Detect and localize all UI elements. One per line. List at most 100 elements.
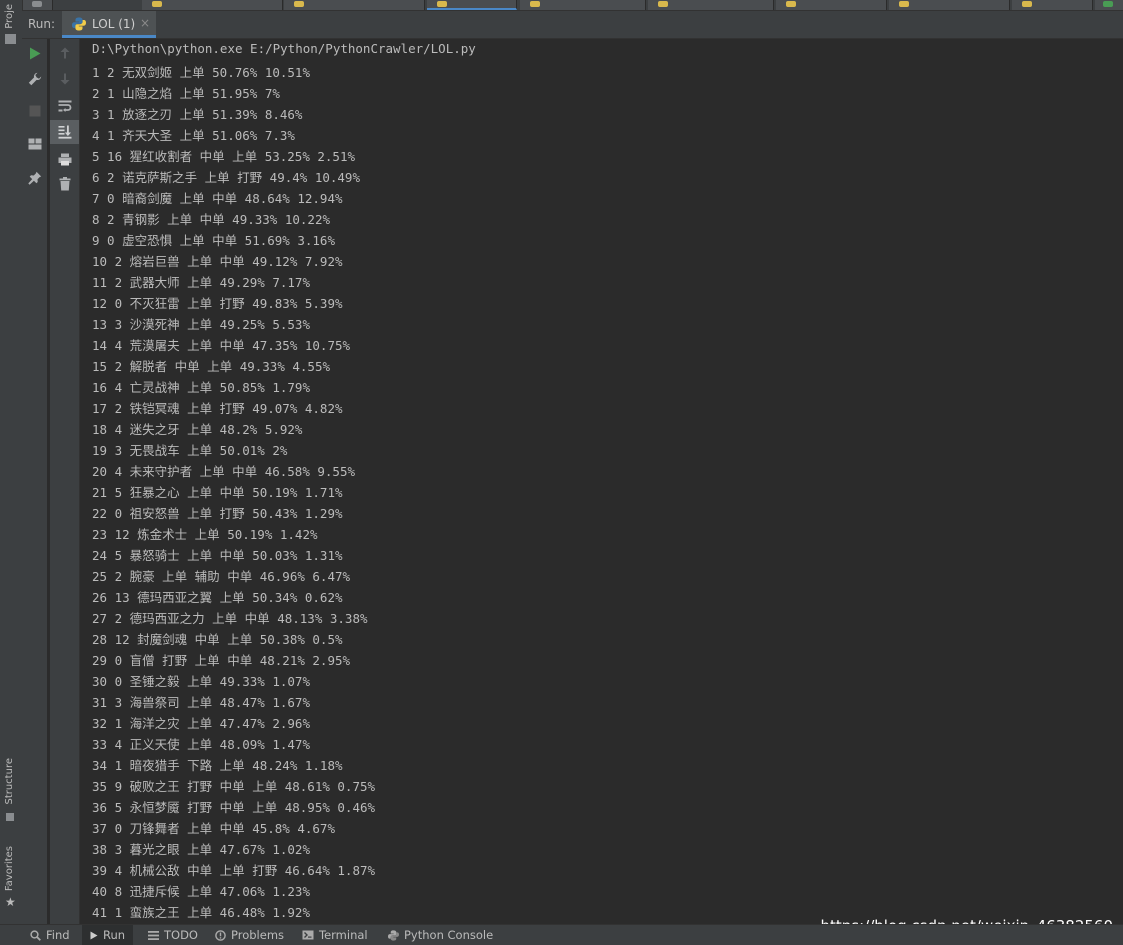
editor-tab[interactable] <box>284 0 425 10</box>
console-line: 17 2 铁铠冥魂 上单 打野 49.07% 4.82% <box>92 401 343 416</box>
stop-icon <box>29 105 40 117</box>
console-command: D:\Python\python.exe E:/Python/PythonCra… <box>92 41 476 56</box>
console-line: 39 4 机械公敌 中单 上单 打野 46.64% 1.87% <box>92 863 376 878</box>
console-line: 41 1 蛮族之王 上单 46.48% 1.92% <box>92 905 310 920</box>
console-line: 36 5 永恒梦魇 打野 中单 上单 48.95% 0.46% <box>92 800 376 815</box>
tool-tab-find[interactable]: Find <box>30 925 70 945</box>
layout-icon <box>28 138 41 150</box>
folder-icon[interactable] <box>5 34 16 44</box>
play-icon <box>90 931 98 939</box>
python-file-icon <box>530 1 540 7</box>
console-line: 38 3 暮光之眼 上单 47.67% 1.02% <box>92 842 310 857</box>
pin-tab-button[interactable] <box>22 166 47 190</box>
rerun-button[interactable] <box>22 41 47 65</box>
clear-all-button[interactable] <box>50 172 79 196</box>
python-file-icon <box>899 1 909 7</box>
editor-tab[interactable] <box>776 0 887 10</box>
tool-tab-label: Python Console <box>404 928 494 942</box>
structure-tool-label[interactable]: Structure <box>4 758 15 805</box>
green-file-icon <box>1103 1 1113 7</box>
console-line: 11 2 武器大师 上单 49.29% 7.17% <box>92 275 310 290</box>
search-icon <box>30 929 41 941</box>
console-line: 13 3 沙漠死神 上单 49.25% 5.53% <box>92 317 310 332</box>
trash-icon <box>59 177 70 191</box>
editor-tab[interactable] <box>1095 0 1123 10</box>
tool-tab-label: Find <box>46 928 70 942</box>
console-line: 34 1 暗夜猎手 下路 上单 48.24% 1.18% <box>92 758 343 773</box>
terminal-icon <box>302 930 314 940</box>
console-line: 1 2 无双剑姬 上单 50.76% 10.51% <box>92 65 310 80</box>
python-file-icon <box>1022 1 1032 7</box>
console-line: 24 5 暴怒骑士 上单 中单 50.03% 1.31% <box>92 548 343 563</box>
python-file-icon <box>152 1 162 7</box>
up-button[interactable] <box>50 41 79 65</box>
editor-tab[interactable] <box>22 0 53 10</box>
pin-icon <box>27 171 41 185</box>
tool-tab-label: Run <box>103 928 126 942</box>
console-line: 35 9 破败之王 打野 中单 上单 48.61% 0.75% <box>92 779 376 794</box>
down-button[interactable] <box>50 67 79 91</box>
console-line: 8 2 青钢影 上单 中单 49.33% 10.22% <box>92 212 331 227</box>
console-line: 5 16 猩红收割者 中单 上单 53.25% 2.51% <box>92 149 356 164</box>
console-line: 23 12 炼金术士 上单 50.19% 1.42% <box>92 527 318 542</box>
star-icon[interactable]: ★ <box>5 895 16 909</box>
tool-tab-run[interactable]: Run <box>82 925 134 945</box>
tool-tab-problems[interactable]: Problems <box>215 925 284 945</box>
console-line: 19 3 无畏战车 上单 50.01% 2% <box>92 443 288 458</box>
tool-tab-terminal[interactable]: Terminal <box>302 925 368 945</box>
console-line: 22 0 祖安怒兽 上单 打野 50.43% 1.29% <box>92 506 343 521</box>
structure-icon[interactable] <box>6 813 14 821</box>
close-icon[interactable]: × <box>140 16 150 30</box>
tool-tab-python-console[interactable]: Python Console <box>388 925 493 945</box>
console-line: 28 12 封魔剑魂 中单 上单 50.38% 0.5% <box>92 632 343 647</box>
favorites-tool-label[interactable]: Favorites <box>4 846 15 891</box>
edit-configuration-button[interactable] <box>22 67 47 91</box>
print-button[interactable] <box>50 147 79 171</box>
editor-tab[interactable] <box>142 0 283 10</box>
editor-tab[interactable] <box>889 0 1010 10</box>
python-file-icon <box>786 1 796 7</box>
console-line: 33 4 正义天使 上单 48.09% 1.47% <box>92 737 310 752</box>
console-line: 10 2 熔岩巨兽 上单 中单 49.12% 7.92% <box>92 254 343 269</box>
scroll-to-end-button[interactable] <box>50 120 79 144</box>
stop-button[interactable] <box>22 99 47 123</box>
python-console-icon <box>388 929 399 941</box>
down-arrow-icon <box>60 73 69 85</box>
restore-layout-button[interactable] <box>22 132 47 156</box>
editor-tab[interactable] <box>648 0 774 10</box>
project-tool-label[interactable]: Proje <box>4 4 15 29</box>
run-toolbar-primary <box>22 39 47 924</box>
console-line: 6 2 诺克萨斯之手 上单 打野 49.4% 10.49% <box>92 170 360 185</box>
console-line: 12 0 不灭狂雷 上单 打野 49.83% 5.39% <box>92 296 343 311</box>
left-tool-strip: Proje Structure Favorites ★ <box>0 0 23 924</box>
console-line: 21 5 狂暴之心 上单 中单 50.19% 1.71% <box>92 485 343 500</box>
editor-tab[interactable] <box>1012 0 1093 10</box>
print-icon <box>58 153 71 165</box>
soft-wrap-icon <box>58 100 71 112</box>
list-icon <box>148 930 159 940</box>
console-line: 7 0 暗裔剑魔 上单 中单 48.64% 12.94% <box>92 191 343 206</box>
console-output[interactable]: D:\Python\python.exe E:/Python/PythonCra… <box>80 39 1123 924</box>
console-line: 30 0 圣锤之毅 上单 49.33% 1.07% <box>92 674 310 689</box>
soft-wrap-button[interactable] <box>50 94 79 118</box>
console-line: 16 4 亡灵战神 上单 50.85% 1.79% <box>92 380 310 395</box>
python-file-icon <box>658 1 668 7</box>
run-tab-lol[interactable]: LOL (1) × <box>62 11 156 38</box>
bottom-tool-bar: Find Run TODO Problems Terminal Python C… <box>0 924 1123 945</box>
tool-tab-label: Terminal <box>319 928 368 942</box>
console-line: 32 1 海洋之灾 上单 47.47% 2.96% <box>92 716 310 731</box>
console-line: 2 1 山隐之焰 上单 51.95% 7% <box>92 86 280 101</box>
play-icon <box>29 47 40 59</box>
editor-tab-active[interactable] <box>427 0 517 10</box>
python-file-icon <box>294 1 304 7</box>
tool-tab-todo[interactable]: TODO <box>148 925 198 945</box>
editor-tab-strip <box>22 0 1123 11</box>
run-tab-label: LOL (1) <box>92 17 136 31</box>
editor-tab[interactable] <box>520 0 646 10</box>
problems-icon <box>215 929 226 941</box>
console-line: 14 4 荒漠屠夫 上单 中单 47.35% 10.75% <box>92 338 351 353</box>
console-line: 25 2 腕豪 上单 辅助 中单 46.96% 6.47% <box>92 569 351 584</box>
console-line: 26 13 德玛西亚之翼 上单 50.34% 0.62% <box>92 590 343 605</box>
run-panel-header: Run: LOL (1) × <box>22 11 1123 39</box>
python-icon <box>72 17 86 31</box>
